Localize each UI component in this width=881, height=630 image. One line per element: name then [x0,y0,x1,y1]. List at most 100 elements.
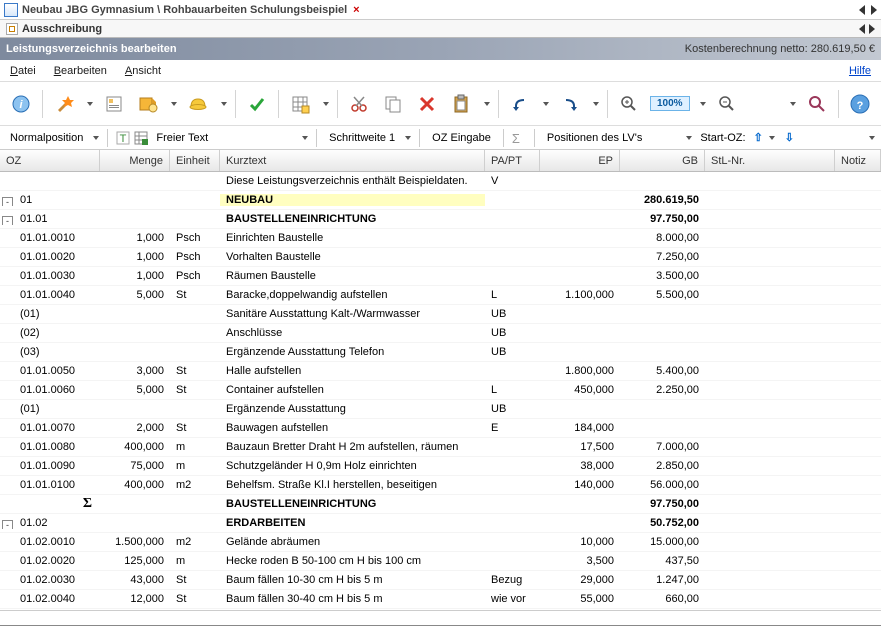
hardhat-button[interactable] [185,91,211,117]
oz-value: 01.01.0040 [20,289,75,301]
wizard-dropdown-icon[interactable] [87,102,93,106]
freetext-dropdown-icon[interactable] [302,136,308,140]
copy-button[interactable] [380,91,406,117]
menu-ansicht[interactable]: Ansicht [125,65,161,77]
col-stl[interactable]: StL-Nr. [705,150,835,171]
tree-expander[interactable]: - [2,197,13,206]
table-row[interactable]: 01.01.00301,000PschRäumen Baustelle3.500… [0,267,881,286]
check-button[interactable] [244,91,270,117]
ep-value: 3,500 [540,555,620,567]
table-row[interactable]: -01NEUBAU280.619,50 [0,191,881,210]
table-row[interactable]: 01.01.00101,000PschEinrichten Baustelle8… [0,229,881,248]
catalog-button[interactable] [135,91,161,117]
hardhat-dropdown-icon[interactable] [221,102,227,106]
tree-expander[interactable]: - [2,216,13,225]
undo-button[interactable] [507,91,533,117]
col-notiz[interactable]: Notiz [835,150,881,171]
tree-expander[interactable]: - [2,520,13,529]
col-oz[interactable]: OZ [0,150,100,171]
oz-input-label[interactable]: OZ Eingabe [428,132,495,144]
oz-value: 01.01.0030 [20,270,75,282]
table-row[interactable]: 01.01.0100400,000m2Behelfsm. Straße Kl.I… [0,476,881,495]
einheit-value: St [170,422,220,434]
pos-type-dropdown-icon[interactable] [93,136,99,140]
grid-body[interactable]: Diese Leistungsverzeichnis enthält Beisp… [0,172,881,611]
text-icon[interactable]: T [116,131,130,145]
oz-value: 01 [20,194,32,206]
table-row[interactable]: (01)Sanitäre Ausstattung Kalt-/Warmwasse… [0,305,881,324]
step-label[interactable]: Schrittweite 1 [325,132,399,144]
menu-hilfe[interactable]: Hilfe [849,65,871,77]
delete-button[interactable] [414,91,440,117]
step-dropdown-icon[interactable] [405,136,411,140]
gb-value: 1.247,00 [620,574,705,586]
startoz-dropdown-icon[interactable] [769,136,775,140]
table-row[interactable]: -01.02ERDARBEITEN50.752,00 [0,514,881,533]
sigma-icon[interactable]: Σ [512,131,526,145]
table-row[interactable]: 01.01.00503,000StHalle aufstellen1.800,0… [0,362,881,381]
subtab-prev-icon[interactable] [859,24,865,34]
table-row[interactable]: 01.01.009075,000mSchutzgeländer H 0,9m H… [0,457,881,476]
tab-title[interactable]: Neubau JBG Gymnasium \ Rohbauarbeiten Sc… [22,4,347,16]
position-type-select[interactable]: Normalposition [6,132,87,144]
tab-next-icon[interactable] [871,5,877,15]
positions-label[interactable]: Positionen des LV's [543,132,646,144]
subtab-label[interactable]: Ausschreibung [22,23,102,35]
kurztext-value: Diese Leistungsverzeichnis enthält Beisp… [220,175,485,187]
oz-value: 01.01.0010 [20,232,75,244]
tab-prev-icon[interactable] [859,5,865,15]
menu-bearbeiten[interactable]: Bearbeiten [54,65,107,77]
col-ep[interactable]: EP [540,150,620,171]
toolbar2-overflow-icon[interactable] [869,136,875,140]
table-row[interactable]: ΣBAUSTELLENEINRICHTUNG97.750,00 [0,495,881,514]
table-insert-icon[interactable] [134,131,148,145]
wizard-button[interactable] [51,91,77,117]
table-row[interactable]: (01)Ergänzende AusstattungUB [0,400,881,419]
table-row[interactable]: 01.01.00605,000StContainer aufstellenL45… [0,381,881,400]
overflow-dropdown-icon[interactable] [790,102,796,106]
col-menge[interactable]: Menge [100,150,170,171]
table-row[interactable]: 01.02.00101.500,000m2Gelände abräumen10,… [0,533,881,552]
table-row[interactable]: 01.01.00201,000PschVorhalten Baustelle7.… [0,248,881,267]
positions-dropdown-icon[interactable] [686,136,692,140]
help-button[interactable]: ? [847,91,873,117]
subtab-next-icon[interactable] [869,24,875,34]
zoom-level[interactable]: 100% [650,96,690,111]
properties-button[interactable] [101,91,127,117]
find-button[interactable] [804,91,830,117]
table-row[interactable]: 01.02.003043,000StBaum fällen 10-30 cm H… [0,571,881,590]
catalog-dropdown-icon[interactable] [171,102,177,106]
zoom-dropdown-icon[interactable] [700,102,706,106]
table-row[interactable]: Diese Leistungsverzeichnis enthält Beisp… [0,172,881,191]
table-row[interactable]: (02)AnschlüsseUB [0,324,881,343]
zoom-in-button[interactable] [616,91,642,117]
papt-value: V [485,175,540,187]
col-papt[interactable]: PA/PT [485,150,540,171]
table-dropdown-icon[interactable] [323,102,329,106]
redo-dropdown-icon[interactable] [593,102,599,106]
menu-datei[interactable]: Datei [10,65,36,77]
table-row[interactable]: 01.02.004012,000StBaum fällen 30-40 cm H… [0,590,881,609]
table-row[interactable]: 01.01.00702,000StBauwagen aufstellenE184… [0,419,881,438]
table-button[interactable] [287,91,313,117]
redo-button[interactable] [557,91,583,117]
table-row[interactable]: -01.01BAUSTELLENEINRICHTUNG97.750,00 [0,210,881,229]
freetext-label[interactable]: Freier Text [152,132,212,144]
table-row[interactable]: (03)Ergänzende Ausstattung TelefonUB [0,343,881,362]
cut-button[interactable] [346,91,372,117]
info-button[interactable]: i [8,91,34,117]
col-kurztext[interactable]: Kurztext [220,150,485,171]
undo-dropdown-icon[interactable] [543,102,549,106]
table-row[interactable]: 01.01.0080400,000mBauzaun Bretter Draht … [0,438,881,457]
table-row[interactable]: 01.01.00405,000StBaracke,doppelwandig au… [0,286,881,305]
kurztext-value: Einrichten Baustelle [220,232,485,244]
col-einheit[interactable]: Einheit [170,150,220,171]
col-gb[interactable]: GB [620,150,705,171]
arrow-up-icon[interactable]: ⇧ [754,131,763,144]
arrow-down-icon[interactable]: ⇩ [785,131,794,144]
zoom-out-button[interactable] [714,91,740,117]
tab-close-button[interactable]: × [353,4,359,16]
paste-dropdown-icon[interactable] [484,102,490,106]
table-row[interactable]: 01.02.0020125,000mHecke roden B 50-100 c… [0,552,881,571]
paste-button[interactable] [448,91,474,117]
